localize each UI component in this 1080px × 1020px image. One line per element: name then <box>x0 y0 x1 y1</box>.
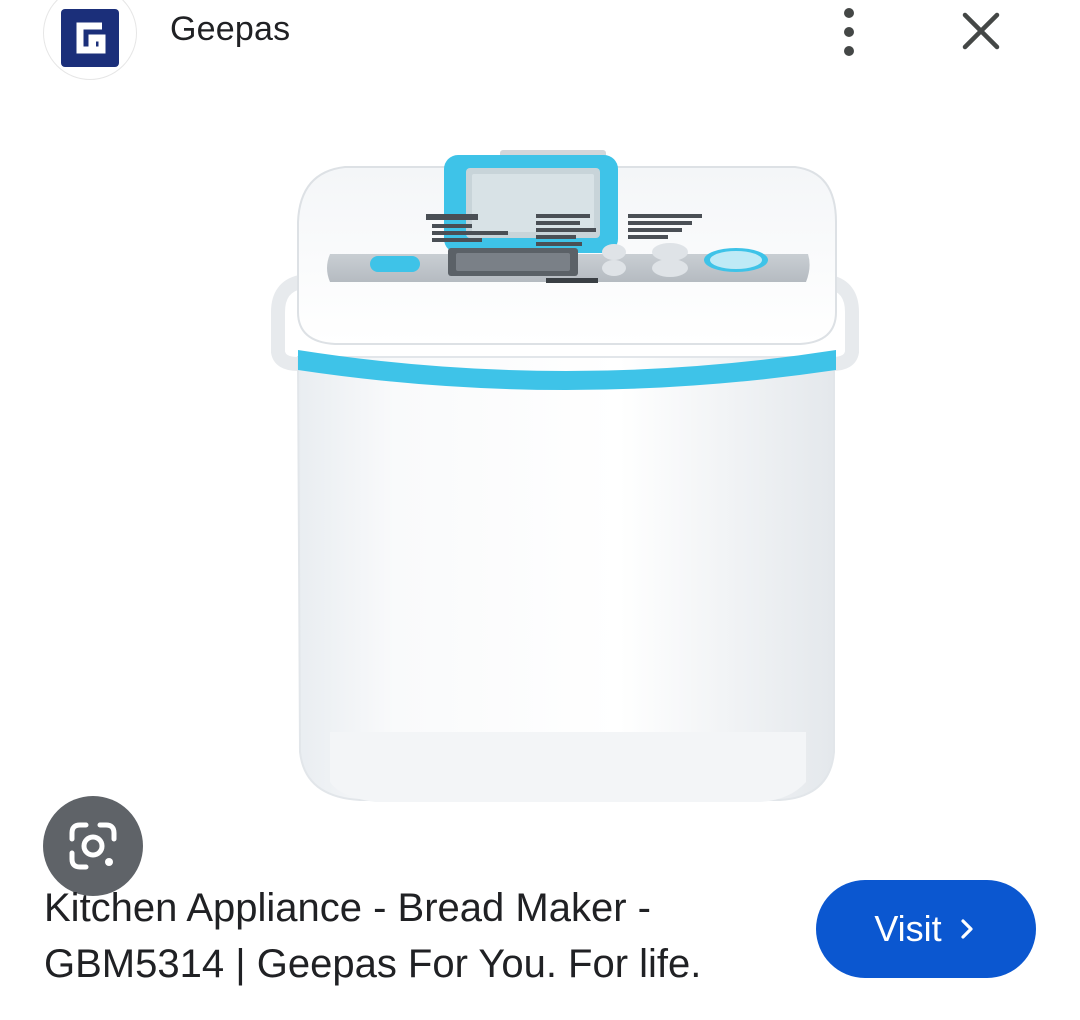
visit-button[interactable]: Visit <box>816 880 1036 978</box>
product-image[interactable] <box>0 92 1080 896</box>
bread-maker-image <box>271 150 859 802</box>
more-vert-icon[interactable] <box>836 8 862 56</box>
visit-label: Visit <box>874 908 942 949</box>
chevron-right-icon <box>961 919 973 939</box>
site-name[interactable]: Geepas <box>170 10 290 49</box>
site-favicon[interactable] <box>43 0 137 80</box>
close-icon[interactable] <box>958 8 1004 54</box>
image-preview-page: Geepas Kitchen Appliance - Bread Maker -… <box>0 0 1080 1020</box>
result-title[interactable]: Kitchen Appliance - Bread Maker - GBM531… <box>44 880 784 992</box>
geepas-logo-icon <box>61 9 119 67</box>
google-lens-icon <box>69 822 117 870</box>
preview-header: Geepas <box>0 0 1080 90</box>
